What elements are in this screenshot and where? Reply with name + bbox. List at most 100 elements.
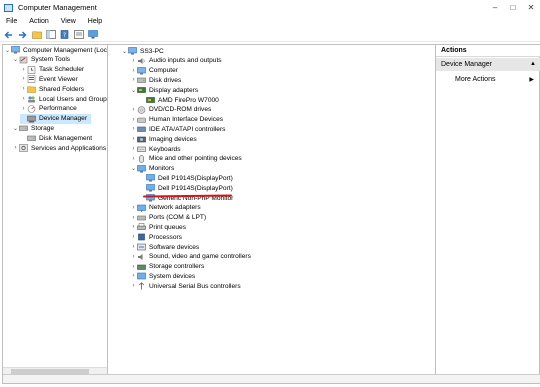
maximize-button[interactable]: □ [504, 0, 522, 15]
status-bar [3, 374, 540, 383]
console-tree-item[interactable]: Disk Management [20, 133, 92, 143]
chevron-right-icon[interactable]: › [20, 66, 27, 74]
console-tree-item[interactable]: ⌄ Computer Management (Local [4, 45, 107, 55]
console-tree-item[interactable]: ⌄ System Tools [12, 55, 70, 65]
network-icon [137, 204, 146, 212]
device-tree-item-label: Dell P1914S(DisplayPort) [158, 184, 233, 192]
device-tree-item[interactable]: › Processors [130, 232, 182, 242]
toolbar: ? [0, 28, 540, 42]
device-tree-item[interactable]: › Computer [130, 66, 178, 76]
chevron-right-icon[interactable]: › [130, 57, 137, 65]
show-hide-tree-icon[interactable] [45, 30, 56, 40]
chevron-down-icon[interactable]: ⌄ [12, 56, 19, 64]
console-tree-item[interactable]: Device Manager [20, 113, 92, 124]
device-tree-item[interactable]: AMD FirePro W7000 [139, 95, 219, 105]
device-tree-item[interactable]: › Software devices [130, 242, 200, 252]
device-tree-item[interactable]: › Keyboards [130, 144, 181, 154]
console-tree-item[interactable]: › Task Scheduler [20, 65, 84, 75]
console-tree-item-label: System Tools [31, 56, 71, 64]
device-tree-item[interactable]: › Mice and other pointing devices [130, 154, 242, 164]
menu-view[interactable]: View [61, 18, 76, 25]
chevron-right-icon[interactable]: › [130, 106, 137, 114]
console-tree-item[interactable]: › Event Viewer [20, 74, 78, 84]
properties-icon[interactable] [73, 30, 84, 40]
chevron-right-icon[interactable]: › [130, 253, 137, 261]
chevron-right-icon[interactable]: › [130, 233, 137, 241]
chevron-right-icon[interactable]: › [130, 243, 137, 251]
chevron-right-icon[interactable]: › [20, 105, 27, 113]
device-tree-item[interactable]: › Audio inputs and outputs [130, 56, 222, 66]
device-tree-item[interactable]: › System devices [130, 271, 196, 281]
chevron-right-icon: ▶ [529, 77, 534, 83]
chevron-down-icon[interactable]: ⌄ [130, 165, 137, 173]
chevron-right-icon[interactable]: › [130, 76, 137, 84]
device-tree-item[interactable]: › Universal Serial Bus controllers [130, 281, 241, 291]
device-tree-item[interactable]: › Human Interface Devices [130, 115, 224, 125]
chevron-right-icon[interactable]: › [20, 75, 27, 83]
display-adapter-icon [146, 96, 155, 104]
console-tree-item[interactable]: › Shared Folders [20, 84, 84, 94]
chevron-right-icon[interactable]: › [12, 144, 19, 152]
minimize-button[interactable]: – [486, 0, 504, 15]
chevron-right-icon[interactable]: › [130, 223, 137, 231]
menu-action[interactable]: Action [29, 18, 48, 25]
computer-management-icon [11, 46, 20, 54]
chevron-right-icon[interactable]: › [130, 214, 137, 222]
device-tree-item[interactable]: ⌄ Display adapters [130, 85, 198, 95]
device-tree-item[interactable]: ⌄ Monitors [130, 164, 174, 174]
chevron-down-icon[interactable]: ⌄ [4, 46, 11, 54]
device-tree-item-label: SS3-PC [140, 47, 164, 55]
console-tree-item[interactable]: › Local Users and Groups [20, 94, 107, 104]
up-folder-icon[interactable] [31, 30, 42, 40]
console-tree-item[interactable]: › Performance [20, 104, 77, 114]
menu-file[interactable]: File [6, 18, 17, 25]
device-tree-item[interactable]: › DVD/CD-ROM drives [130, 105, 211, 115]
chevron-down-icon[interactable]: ⌄ [12, 124, 19, 132]
more-actions-item[interactable]: More Actions ▶ [436, 73, 540, 85]
chevron-right-icon[interactable]: › [20, 85, 27, 93]
back-arrow-icon[interactable] [3, 30, 14, 40]
actions-section-device-manager[interactable]: Device Manager ▲ [436, 58, 540, 71]
chevron-right-icon[interactable]: › [130, 145, 137, 153]
users-icon [27, 95, 36, 103]
close-button[interactable]: ✕ [522, 0, 540, 15]
chevron-right-icon[interactable]: › [130, 135, 137, 143]
chevron-right-icon[interactable]: › [130, 155, 137, 163]
computer-icon [128, 47, 137, 55]
forward-arrow-icon[interactable] [17, 30, 28, 40]
device-tree-item[interactable]: › Disk drives [130, 75, 182, 85]
help-book-icon[interactable]: ? [59, 30, 70, 40]
chevron-right-icon[interactable]: › [130, 125, 137, 133]
device-tree-item[interactable]: ⌄ SS3-PC [121, 46, 164, 56]
usb-icon [137, 282, 146, 290]
device-tree-item[interactable]: › Storage controllers [130, 262, 205, 272]
chevron-right-icon[interactable]: › [20, 95, 27, 103]
monitor-view-icon[interactable] [87, 30, 98, 40]
menu-help[interactable]: Help [88, 18, 102, 25]
device-tree-item[interactable]: › Ports (COM & LPT) [130, 213, 207, 223]
device-tree-item[interactable]: › Imaging devices [130, 134, 197, 144]
chevron-down-icon[interactable]: ⌄ [121, 47, 128, 55]
chevron-down-icon[interactable]: ⌄ [130, 86, 137, 94]
chevron-right-icon[interactable]: › [130, 263, 137, 271]
chevron-right-icon[interactable]: › [130, 282, 137, 290]
console-tree-item[interactable]: ⌄ Storage [12, 123, 54, 133]
console-tree-item-label: Task Scheduler [39, 66, 85, 74]
chevron-right-icon[interactable]: › [130, 204, 137, 212]
device-tree-item[interactable]: › Sound, video and game controllers [130, 252, 251, 262]
device-tree-item-label: Mice and other pointing devices [149, 155, 242, 163]
device-tree-item[interactable]: › Print queues [130, 222, 186, 232]
chevron-right-icon[interactable]: › [130, 116, 137, 124]
chevron-right-icon[interactable]: › [130, 272, 137, 280]
device-tree-item-label: AMD FirePro W7000 [158, 96, 219, 104]
device-tree-item-label: Audio inputs and outputs [149, 57, 222, 65]
device-tree-item-label: System devices [149, 272, 196, 280]
chevron-right-icon[interactable]: › [130, 67, 137, 75]
device-tree-item[interactable]: › Network adapters [130, 203, 201, 213]
console-tree-item[interactable]: › Services and Applications [12, 143, 106, 153]
sound-icon [137, 253, 146, 261]
device-tree-item[interactable]: › IDE ATA/ATAPI controllers [130, 124, 226, 134]
device-tree-item[interactable]: Dell P1914S(DisplayPort) [139, 183, 233, 193]
device-tree-item[interactable]: Dell P1914S(DisplayPort) [139, 173, 233, 183]
collapse-up-icon[interactable]: ▲ [530, 61, 536, 67]
